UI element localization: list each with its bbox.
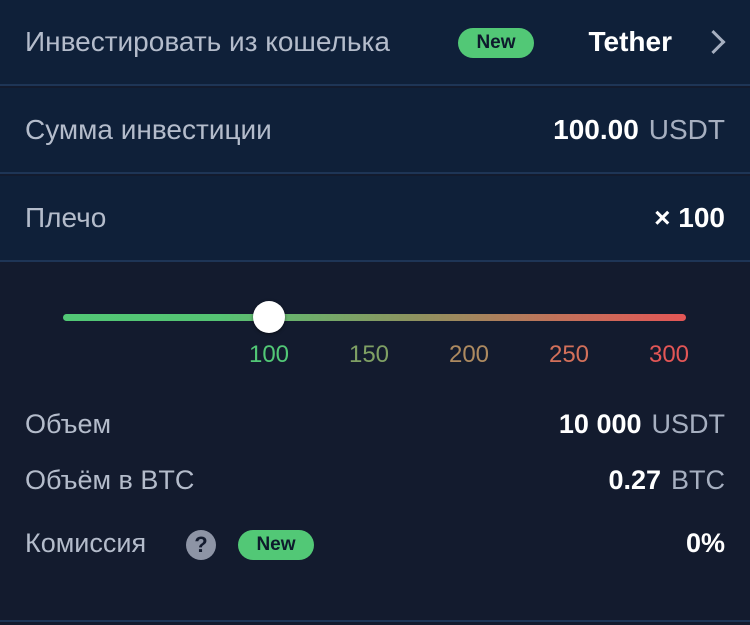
- amount-row[interactable]: Сумма инвестиции 100.00 USDT: [0, 88, 750, 174]
- amount-value-group[interactable]: 100.00 USDT: [553, 114, 725, 146]
- amount-label: Сумма инвестиции: [25, 114, 272, 145]
- leverage-value: × 100: [654, 202, 725, 233]
- slider-tick-label: 150: [348, 341, 390, 368]
- volume-value-group: 10 000 USDT: [559, 409, 725, 440]
- commission-value: 0%: [685, 528, 725, 558]
- volume-label: Объем: [25, 409, 112, 439]
- chevron-right-icon: [701, 29, 726, 55]
- question-circle-icon[interactable]: ?: [186, 530, 216, 560]
- volume-btc-label: Объём в BTC: [25, 465, 195, 495]
- wallet-new-badge: New: [458, 28, 534, 58]
- amount-value: 100.00: [553, 114, 639, 145]
- leverage-label: Плечо: [25, 202, 107, 233]
- wallet-label: Инвестировать из кошелька: [25, 26, 390, 57]
- slider-tick-label: 300: [648, 341, 690, 368]
- volume-btc-unit: BTC: [671, 465, 725, 495]
- commission-new-badge: New: [238, 530, 314, 560]
- invest-panel: Инвестировать из кошелька New Tether Сум…: [0, 0, 750, 625]
- volume-unit: USDT: [651, 409, 726, 439]
- slider-tick-label: 200: [448, 341, 490, 368]
- amount-unit: USDT: [648, 114, 725, 145]
- bottom-divider: [0, 620, 750, 622]
- slider-tick-label: 100: [248, 341, 290, 368]
- volume-btc-value: 0.27: [608, 465, 661, 495]
- wallet-row[interactable]: Инвестировать из кошелька New Tether: [0, 0, 750, 86]
- leverage-slider-thumb[interactable]: [253, 301, 285, 333]
- leverage-row[interactable]: Плечо × 100: [0, 176, 750, 262]
- volume-btc-value-group: 0.27 BTC: [608, 465, 725, 496]
- volume-value: 10 000: [558, 409, 642, 439]
- commission-label: Комиссия: [25, 528, 147, 558]
- slider-tick-label: 250: [548, 341, 590, 368]
- wallet-currency: Tether: [588, 26, 673, 57]
- leverage-slider-track[interactable]: [63, 314, 686, 321]
